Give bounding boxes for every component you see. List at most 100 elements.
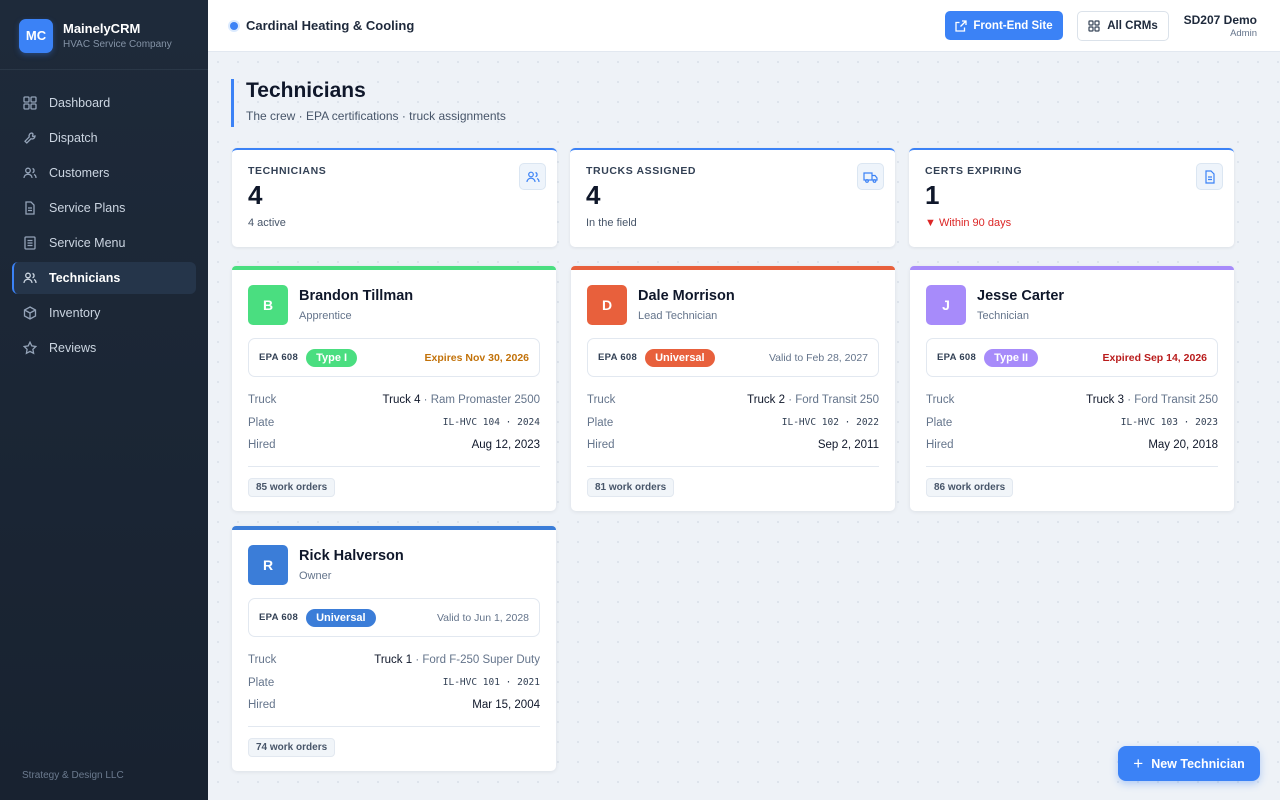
row-label: Hired: [587, 439, 615, 452]
sidebar-item-customers[interactable]: Customers: [12, 157, 196, 189]
grid-icon: [1088, 20, 1100, 32]
sidebar-item-label: Service Plans: [49, 201, 126, 215]
truck-row: Truck Truck 2 · Ford Transit 250: [587, 389, 879, 412]
sidebar-item-service-menu[interactable]: Service Menu: [12, 227, 196, 259]
stat-label: CERTS EXPIRING: [925, 165, 1023, 177]
card-accent: [232, 526, 556, 530]
technician-card[interactable]: J Jesse Carter Technician EPA 608 Type I…: [910, 266, 1234, 511]
row-label: Hired: [248, 439, 276, 452]
company-name: Cardinal Heating & Cooling: [246, 18, 415, 33]
truck-model: · Ford Transit 250: [788, 394, 879, 407]
technician-role: Technician: [977, 310, 1029, 322]
plate-row: Plate IL-HVC 103 · 2023: [926, 412, 1218, 435]
avatar: D: [587, 285, 627, 325]
stat-value: 4: [586, 180, 601, 210]
work-orders-badge[interactable]: 85 work orders: [248, 477, 336, 497]
truck-row: Truck Truck 3 · Ford Transit 250: [926, 389, 1218, 412]
list-icon: [23, 236, 37, 250]
company-selector[interactable]: Cardinal Heating & Cooling: [230, 18, 414, 33]
page-title: Technicians: [246, 79, 366, 102]
page-subtitle: The crew · EPA certifications · truck as…: [246, 109, 506, 123]
hired-value: Aug 12, 2023: [471, 439, 540, 452]
truck-number: Truck 3: [1086, 394, 1125, 407]
cert-expiry: Valid to Jun 1, 2028: [436, 611, 529, 624]
card-accent: [232, 266, 556, 270]
truck-number: Truck 1: [374, 654, 413, 667]
row-label: Hired: [248, 699, 276, 712]
row-label: Truck: [587, 394, 616, 407]
all-crms-button[interactable]: All CRMs: [1077, 11, 1169, 41]
divider: [248, 465, 540, 467]
stat-note: 4 active: [248, 217, 286, 229]
divider: [587, 465, 879, 467]
users-icon: [519, 163, 546, 190]
hired-row: Hired Sep 2, 2011: [587, 434, 879, 457]
stat-value: 4: [248, 180, 263, 210]
sidebar-item-label: Customers: [49, 166, 110, 180]
sidebar-item-service-plans[interactable]: Service Plans: [12, 192, 196, 224]
plus-icon: +: [1133, 753, 1144, 773]
sidebar: MC MainelyCRM HVAC Service Company Dashb…: [0, 0, 208, 800]
user-menu[interactable]: SD207 Demo Admin: [1184, 13, 1257, 39]
truck-row: Truck Truck 1 · Ford F-250 Super Duty: [248, 649, 540, 672]
stat-label: TECHNICIANS: [248, 165, 327, 177]
truck-icon: [857, 163, 884, 190]
plate-row: Plate IL-HVC 101 · 2021: [248, 672, 540, 695]
row-label: Hired: [926, 439, 954, 452]
users-icon: [23, 166, 37, 180]
sidebar-item-technicians[interactable]: Technicians: [12, 262, 196, 294]
front-end-site-label: Front-End Site: [973, 19, 1053, 32]
all-crms-label: All CRMs: [1107, 20, 1158, 32]
sidebar-item-label: Reviews: [49, 341, 97, 355]
plate-value: IL-HVC 104 · 2024: [442, 417, 540, 429]
sidebar-item-label: Dashboard: [49, 96, 111, 110]
work-orders-badge[interactable]: 81 work orders: [587, 477, 675, 497]
work-orders-badge[interactable]: 86 work orders: [926, 477, 1014, 497]
truck-number: Truck 2: [747, 394, 786, 407]
cert-expiry: Expires Nov 30, 2026: [424, 351, 529, 364]
stat-note: ▼ Within 90 days: [925, 217, 1012, 229]
front-end-site-button[interactable]: Front-End Site: [945, 11, 1063, 40]
technician-role: Apprentice: [299, 310, 352, 322]
new-technician-label: New Technician: [1151, 756, 1245, 771]
page-header: Technicians The crew · EPA certification…: [231, 79, 506, 127]
cert-badge: Type II: [984, 348, 1039, 367]
hired-value: Sep 2, 2011: [817, 439, 879, 452]
brand[interactable]: MC MainelyCRM HVAC Service Company: [0, 0, 208, 70]
new-technician-button[interactable]: + New Technician: [1118, 746, 1260, 781]
sidebar-item-dispatch[interactable]: Dispatch: [12, 122, 196, 154]
sidebar-item-label: Technicians: [49, 271, 121, 285]
sidebar-item-inventory[interactable]: Inventory: [12, 297, 196, 329]
row-label: Plate: [587, 416, 614, 429]
epa-label: EPA 608: [598, 352, 638, 363]
truck-model: · Ram Promaster 2500: [423, 394, 540, 407]
divider: [248, 725, 540, 727]
plate-value: IL-HVC 101 · 2021: [442, 677, 540, 689]
sidebar-footer: Strategy & Design LLC: [22, 770, 124, 781]
sidebar-item-reviews[interactable]: Reviews: [12, 332, 196, 364]
technician-card[interactable]: R Rick Halverson Owner EPA 608 Universal…: [232, 526, 556, 771]
cert-expiry: Expired Sep 14, 2026: [1102, 351, 1207, 364]
technician-card[interactable]: D Dale Morrison Lead Technician EPA 608 …: [571, 266, 895, 511]
sidebar-item-dashboard[interactable]: Dashboard: [12, 87, 196, 119]
sidebar-item-label: Dispatch: [49, 131, 98, 145]
technician-name: Rick Halverson: [299, 548, 404, 564]
epa-certification: EPA 608 Type II Expired Sep 14, 2026: [926, 338, 1218, 377]
work-orders-badge[interactable]: 74 work orders: [248, 737, 336, 757]
user-name: SD207 Demo: [1183, 13, 1257, 27]
technician-card[interactable]: B Brandon Tillman Apprentice EPA 608 Typ…: [232, 266, 556, 511]
star-icon: [23, 341, 37, 355]
epa-certification: EPA 608 Type I Expires Nov 30, 2026: [248, 338, 540, 377]
row-label: Truck: [248, 654, 277, 667]
hired-row: Hired Mar 15, 2004: [248, 694, 540, 717]
external-link-icon: [955, 19, 968, 32]
card-accent: [910, 266, 1234, 270]
hired-row: Hired May 20, 2018: [926, 434, 1218, 457]
epa-label: EPA 608: [937, 352, 977, 363]
document-icon: [1196, 163, 1223, 190]
stat-card-certs: CERTS EXPIRING 1 ▼ Within 90 days: [909, 148, 1234, 247]
wrench-icon: [23, 131, 37, 145]
technician-name: Jesse Carter: [977, 288, 1065, 304]
hired-value: Mar 15, 2004: [472, 699, 540, 712]
brand-name: MainelyCRM: [63, 21, 141, 36]
